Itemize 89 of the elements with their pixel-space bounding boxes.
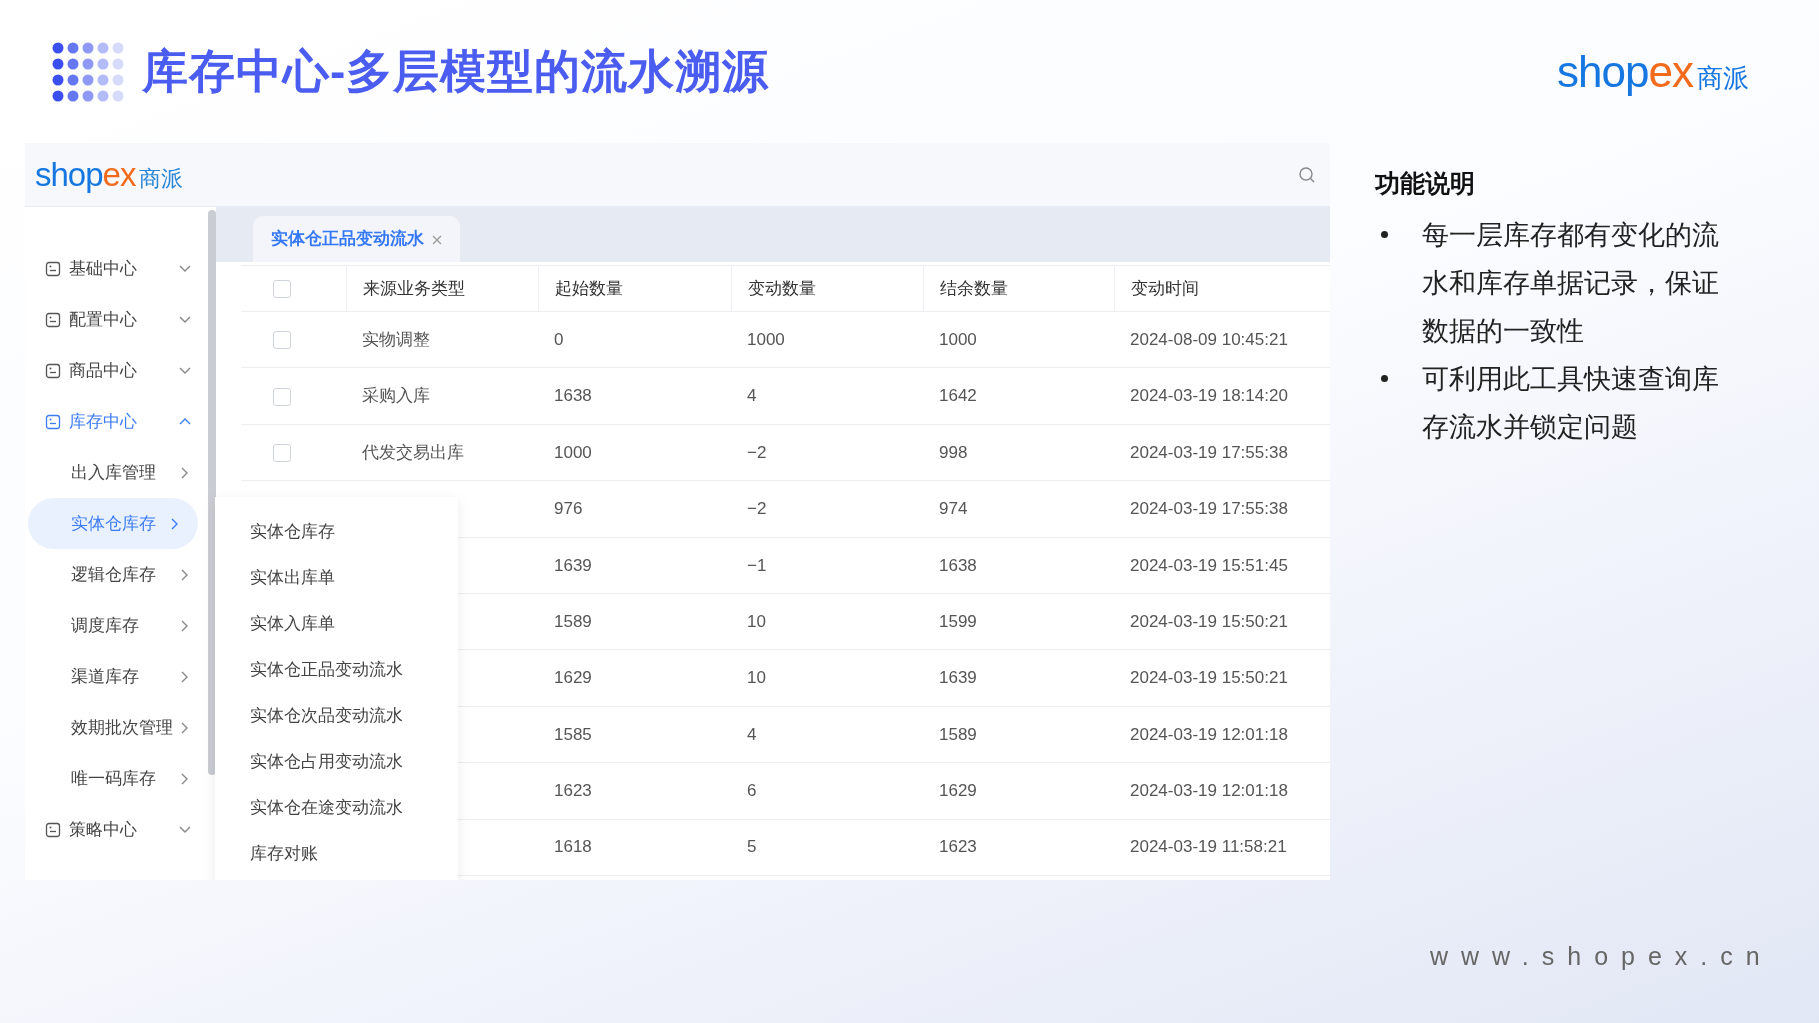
table-cell: 1629 xyxy=(939,781,977,801)
table-cell: 1639 xyxy=(554,555,592,575)
app-logo: shopex商派 xyxy=(35,158,184,191)
menu-item[interactable]: 实体仓占用变动流水 xyxy=(215,739,458,785)
table-cell: 1642 xyxy=(939,386,977,406)
table-cell: 1638 xyxy=(939,555,977,575)
sidebar-item[interactable]: 策略中心 xyxy=(25,804,208,855)
menu-item[interactable]: 实体仓正品变动流水 xyxy=(215,647,458,693)
checkbox[interactable] xyxy=(273,331,291,350)
table-cell: 1589 xyxy=(939,724,977,744)
brand-logo: shopex商派 xyxy=(1557,49,1749,94)
table-cell: −2 xyxy=(747,499,767,519)
table-cell: 1623 xyxy=(554,781,592,801)
table-cell: 1623 xyxy=(939,837,977,857)
notes-heading: 功能说明 xyxy=(1375,168,1476,199)
checkbox[interactable] xyxy=(273,279,291,298)
table-cell: 2024-03-19 12:01:18 xyxy=(1130,724,1288,744)
table-cell: 1589 xyxy=(554,611,592,631)
table-cell: 2024-08-09 10:45:21 xyxy=(1130,329,1288,349)
table-cell: 974 xyxy=(939,499,968,519)
bullet-icon xyxy=(1381,374,1388,382)
sidebar-item[interactable]: 逻辑仓库存 xyxy=(25,549,208,600)
sidebar-item[interactable]: 渠道库存 xyxy=(25,651,208,702)
table-cell: 10 xyxy=(747,611,766,631)
sidebar-item[interactable]: 调度库存 xyxy=(25,600,208,651)
table-cell: 1000 xyxy=(747,329,785,349)
sidebar-item[interactable]: 基础中心 xyxy=(25,243,208,294)
table-cell: −2 xyxy=(747,442,767,462)
table-cell: 1618 xyxy=(554,837,592,857)
module-icon xyxy=(45,413,61,430)
table-cell: 2024-03-19 18:14:20 xyxy=(1130,386,1288,406)
sidebar-item[interactable]: 库存中心 xyxy=(25,396,208,447)
scrollbar[interactable] xyxy=(208,210,216,775)
table-cell: 2024-03-19 12:01:18 xyxy=(1130,781,1288,801)
module-icon xyxy=(45,362,61,379)
table-cell: 4 xyxy=(747,386,757,406)
module-icon xyxy=(45,821,61,838)
table-cell: 2024-03-19 17:55:38 xyxy=(1130,442,1288,462)
sidebar-item[interactable]: 效期批次管理 xyxy=(25,702,208,753)
checkbox[interactable] xyxy=(273,387,291,406)
table-cell: 1629 xyxy=(554,668,592,688)
sidebar-item[interactable]: 唯一码库存 xyxy=(25,753,208,804)
table-cell: 5 xyxy=(747,837,757,857)
table-cell: 采购入库 xyxy=(362,386,430,406)
bullet-icon xyxy=(1381,230,1388,238)
menu-item[interactable]: 实体入库单 xyxy=(215,601,458,647)
menu-item[interactable]: 实体仓在途变动流水 xyxy=(215,785,458,831)
table-cell: 2024-03-19 15:50:21 xyxy=(1130,611,1288,631)
column-header: 变动时间 xyxy=(1114,266,1330,311)
checkbox[interactable] xyxy=(273,444,291,463)
table-cell: 1000 xyxy=(554,442,592,462)
website-url: www.shopex.cn xyxy=(1430,941,1773,972)
table-cell: 2024-03-19 11:58:21 xyxy=(1130,837,1287,857)
bullet-text: 可利用此工具快速查询库存流水并锁定问题 xyxy=(1422,362,1720,444)
sidebar-item[interactable]: 商品中心 xyxy=(25,345,208,396)
table-cell: 2024-03-19 17:55:38 xyxy=(1130,499,1288,519)
slide-title: 库存中心-多层模型的流水溯源 xyxy=(142,44,770,99)
column-header: 起始数量 xyxy=(538,266,731,311)
column-header: 结余数量 xyxy=(923,266,1114,311)
sidebar-item[interactable]: 配置中心 xyxy=(25,294,208,345)
sidebar-item[interactable]: 实体仓库存 xyxy=(28,498,198,549)
table-cell: 6 xyxy=(747,781,757,801)
column-header: 变动数量 xyxy=(731,266,923,311)
bullet-text: 每一层库存都有变化的流水和库存单据记录，保证数据的一致性 xyxy=(1422,218,1720,348)
table-cell: 1585 xyxy=(554,724,592,744)
table-cell: 976 xyxy=(554,499,583,519)
table-cell: 998 xyxy=(939,442,968,462)
table-cell: 1599 xyxy=(939,611,977,631)
table-cell: 1000 xyxy=(939,329,977,349)
menu-item[interactable]: 实体仓库存 xyxy=(215,509,458,555)
table-cell: 1639 xyxy=(939,668,977,688)
table-cell: 1638 xyxy=(554,386,592,406)
tab[interactable]: 实体仓正品变动流水 xyxy=(253,216,460,262)
table-cell: 10 xyxy=(747,668,766,688)
table-cell: 4 xyxy=(747,724,757,744)
sidebar-item[interactable]: 出入库管理 xyxy=(25,447,208,498)
table-cell: 2024-03-19 15:51:45 xyxy=(1130,555,1288,575)
table-cell: −1 xyxy=(747,555,767,575)
menu-item[interactable]: 实体仓次品变动流水 xyxy=(215,693,458,739)
module-icon xyxy=(45,260,61,277)
menu-item[interactable]: 实体出库单 xyxy=(215,555,458,601)
column-header: 来源业务类型 xyxy=(346,266,538,311)
table-cell: 0 xyxy=(554,329,564,349)
table-cell: 实物调整 xyxy=(362,329,430,349)
table-cell: 2024-03-19 15:50:21 xyxy=(1130,668,1288,688)
menu-item[interactable]: 库存对账 xyxy=(215,831,458,877)
module-icon xyxy=(45,311,61,328)
dots-icon xyxy=(52,41,124,102)
table-cell: 代发交易出库 xyxy=(362,442,464,462)
